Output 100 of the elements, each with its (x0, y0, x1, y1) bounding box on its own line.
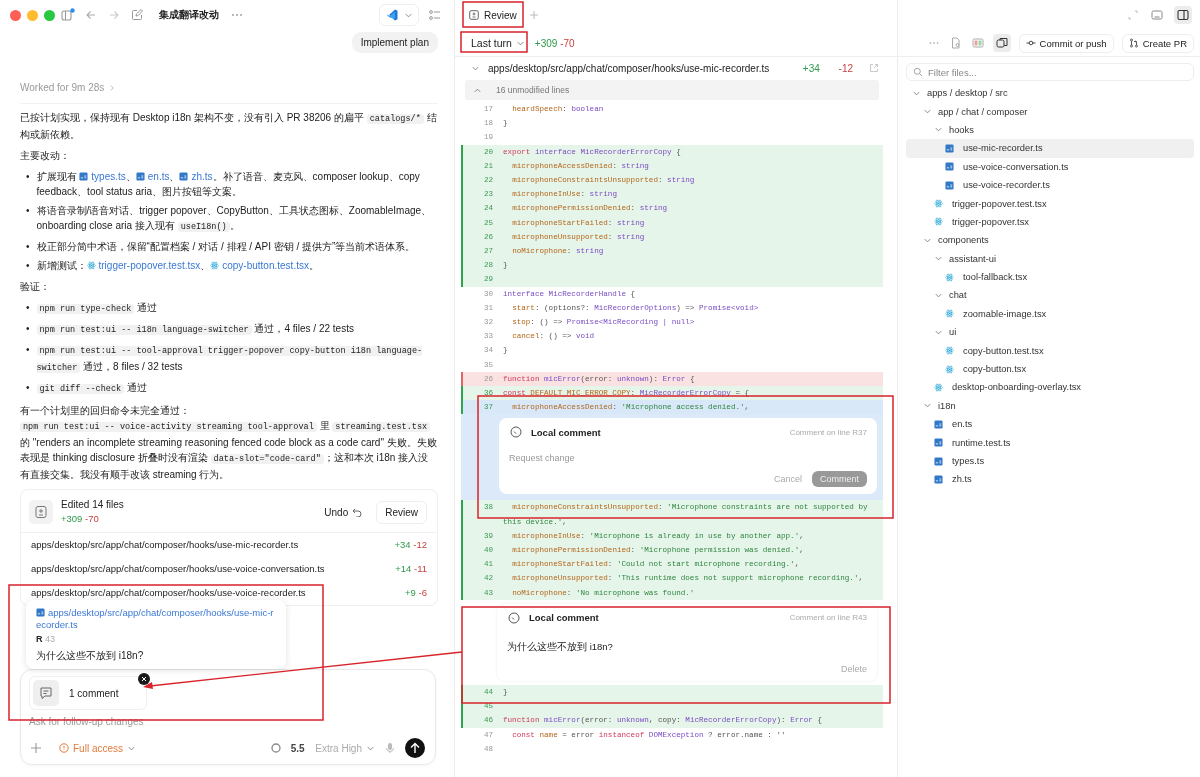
bullet-marker: • (26, 240, 30, 254)
file-item[interactable]: copy-button.test.tsx (906, 341, 1194, 360)
editor-logo-icon (385, 8, 399, 22)
attachment-chip[interactable]: 1 comment (29, 676, 147, 710)
file-item[interactable]: use-mic-recorder.ts (906, 139, 1194, 158)
comment-title: Local comment (531, 426, 601, 438)
line-side: R (36, 634, 43, 644)
file-path: apps/desktop/src/app/chat/composer/hooks/use-voice-conversation.ts (31, 562, 325, 576)
window-minimize-button[interactable] (27, 9, 38, 21)
expand-icon[interactable] (1126, 8, 1140, 22)
edited-files-title: Edited 14 files (61, 498, 124, 512)
file-item[interactable]: trigger-popover.tsx (906, 212, 1194, 232)
split-diff-icon[interactable] (970, 36, 985, 50)
folder-item[interactable]: hooks (906, 120, 1194, 140)
commit-button[interactable]: Commit or push (1018, 33, 1114, 53)
sidebar-icon[interactable] (61, 8, 75, 22)
added-count: +9 (405, 586, 416, 600)
file-item[interactable]: types.ts (906, 451, 1194, 471)
bullet-marker: • (26, 301, 30, 315)
diff-icon (29, 500, 53, 524)
undo-button[interactable]: Undo (324, 504, 363, 520)
message-paragraph: 验证： (20, 280, 51, 294)
typescript-file-icon (934, 456, 943, 466)
folder-item[interactable]: components (906, 231, 1194, 250)
terminal-panel-icon[interactable] (1150, 8, 1164, 22)
file-item[interactable]: desktop-onboarding-overlay.tsx (906, 378, 1194, 397)
file-item[interactable]: use-voice-conversation.ts (906, 157, 1194, 176)
file-path: apps/desktop/src/app/chat/composer/hooks/use-mic-recorder.ts (488, 62, 770, 74)
comment-text: 为什么这些不放到 i18n? (507, 640, 614, 654)
removed-count: -70 (85, 513, 99, 524)
file-link[interactable]: apps/desktop/src/app/chat/composer/hooks/use-mic-recorder.ts (36, 607, 276, 631)
folder-item[interactable]: apps / desktop / src (906, 84, 1194, 103)
message-paragraph: 主要改动： (20, 149, 71, 163)
added-count: +34 (394, 538, 411, 552)
folder-item[interactable]: assistant-ui (906, 249, 1194, 268)
file-item[interactable]: zh.ts (906, 470, 1194, 489)
bullet-item: npm run type-check 通过 (36, 300, 438, 317)
comment-meta: Comment on line R43 (789, 613, 867, 623)
window-close-button[interactable] (10, 9, 21, 21)
folder-item[interactable]: app / chat / composer (906, 102, 1194, 121)
bullet-item: npm run test:ui -- i18n language-switcher 通过，4 files / 22 tests (36, 321, 438, 338)
folder-item[interactable]: chat (906, 286, 1194, 305)
compose-icon[interactable] (130, 8, 144, 22)
filter-field[interactable]: Filter files... (906, 63, 1194, 81)
unmodified-lines-bar[interactable]: 16 unmodified lines (465, 80, 879, 100)
file-item[interactable]: trigger-popover.test.tsx (906, 194, 1194, 213)
bullet-marker: • (26, 322, 30, 336)
close-icon[interactable] (138, 673, 150, 685)
model-dropdown[interactable]: 5.5 Extra High (290, 742, 375, 754)
add-icon[interactable] (29, 741, 43, 755)
sidebar-toggle-icon[interactable] (1174, 6, 1192, 24)
added-count: +309 (61, 513, 83, 524)
atom-icon (86, 261, 96, 270)
bullet-item: npm run test:ui -- tool-approval trigger-popover copy-button i18n language-switcher 通过，8 files / 32 tests (36, 345, 424, 375)
folder-item[interactable]: i18n (906, 396, 1194, 416)
copy-icon[interactable] (992, 34, 1011, 52)
annotation-box (462, 1, 524, 28)
removed-count: -12 (838, 62, 853, 74)
file-item[interactable]: copy-button.tsx (906, 359, 1194, 379)
bullet-item: 扩展现有 types.ts、 en.ts、 zh.ts。补了语音、麦克风、composer lookup、copy feedback、tool status aria、图片按钮等文案。 (36, 170, 421, 199)
file-row[interactable]: apps/desktop/src/app/chat/composer/hooks/use-mic-recorder.ts +34 -12 (21, 533, 437, 557)
review-button[interactable]: Review (376, 500, 427, 524)
bullet-item: git diff --check 通过 (36, 380, 438, 397)
file-path: apps/desktop/src/app/chat/composer/hooks/use-voice-recorder.ts (31, 586, 306, 600)
file-item[interactable]: runtime.test.ts (906, 433, 1194, 452)
create-pr-button[interactable]: Create PR (1121, 33, 1194, 53)
file-item[interactable]: tool-fallback.tsx (906, 267, 1194, 287)
microphone-icon[interactable] (383, 741, 397, 755)
message-paragraph: 已按计划实现，保持现有 Desktop i18n 架构不变，没有引入 PR 38206 的扁平 catalogs/* 结构或新依赖。 (20, 111, 438, 142)
file-header[interactable]: apps/desktop/src/app/chat/composer/hooks/use-mic-recorder.ts +34 -12 (461, 57, 889, 79)
chevron-icon[interactable] (108, 83, 117, 92)
window-zoom-button[interactable] (44, 9, 55, 21)
checklist-icon[interactable] (428, 8, 442, 22)
bullet-marker: • (26, 170, 30, 184)
review-tab[interactable]: Review (465, 6, 521, 24)
atom-icon (934, 199, 943, 209)
comment-title: Local comment (529, 612, 599, 624)
context-ring-icon[interactable] (268, 741, 283, 755)
file-item[interactable]: en.ts (906, 415, 1194, 434)
typescript-file-icon (945, 162, 954, 172)
send-button[interactable] (405, 738, 425, 758)
file-item[interactable]: use-voice-recorder.ts (906, 175, 1194, 195)
unmodified-lines-label: 16 unmodified lines (496, 85, 570, 95)
typescript-file-icon (36, 608, 45, 617)
file-item[interactable]: zoomable-image.tsx (906, 304, 1194, 324)
typescript-file-icon (934, 419, 943, 429)
removed-count: -11 (413, 562, 427, 576)
atom-icon (934, 217, 943, 227)
file-row[interactable]: apps/desktop/src/app/chat/composer/hooks/use-voice-conversation.ts +14 -11 (21, 557, 437, 581)
turn-dropdown[interactable]: Last turn (463, 35, 533, 51)
open-in-editor-button[interactable] (379, 4, 419, 26)
open-external-icon[interactable] (869, 63, 879, 73)
chevron-icon (934, 291, 943, 300)
pull-request-icon (1128, 38, 1139, 48)
alert-icon (59, 743, 69, 753)
user-message: Implement plan (351, 32, 438, 53)
folder-item[interactable]: ui (906, 323, 1194, 342)
atom-icon (945, 309, 954, 319)
bullet-marker: • (26, 343, 30, 357)
typescript-file-icon (179, 172, 189, 181)
